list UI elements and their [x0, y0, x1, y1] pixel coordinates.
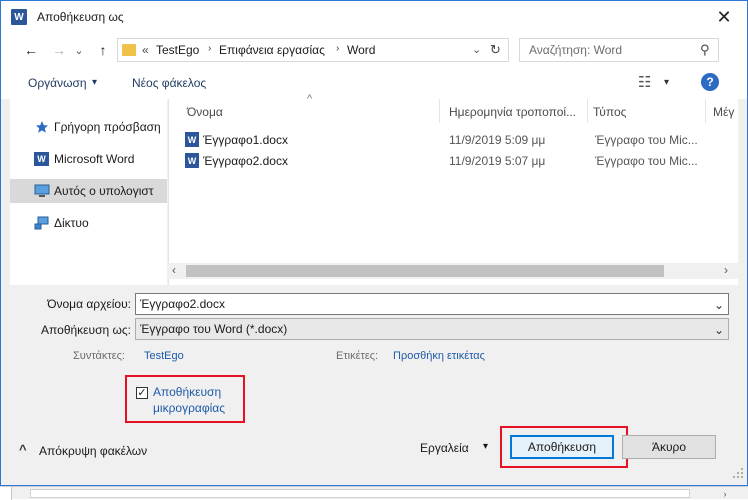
- file-row[interactable]: W Έγγραφο2.docx 11/9/2019 5:07 μμ Έγγραφ…: [185, 151, 725, 171]
- column-header-name[interactable]: Όνομα: [187, 105, 223, 119]
- cancel-button[interactable]: Άκυρο: [622, 435, 716, 459]
- add-tag-link[interactable]: Προσθήκη ετικέτας: [393, 350, 485, 362]
- word-document-icon: W: [185, 132, 199, 147]
- scroll-left-icon[interactable]: ‹: [172, 263, 176, 277]
- file-type: Έγγραφο του Mic...: [595, 154, 698, 168]
- tools-caret-icon[interactable]: ▾: [483, 441, 488, 452]
- tools-button[interactable]: Εργαλεία: [420, 441, 469, 455]
- column-header-size[interactable]: Μέγ: [713, 105, 734, 119]
- sidebar-item-label: Αυτός ο υπολογιστ: [54, 184, 154, 198]
- address-bar[interactable]: « TestEgo › Επιφάνεια εργασίας › Word ⌄ …: [117, 38, 509, 62]
- file-list: ^ Όνομα Ημερομηνία τροποποί... Τύπος Μέγ…: [168, 93, 738, 285]
- word-document-icon: W: [185, 153, 199, 168]
- background-horizontal-scrollbar[interactable]: ›: [0, 486, 748, 500]
- save-as-type-value: Έγγραφο του Word (*.docx): [140, 322, 288, 336]
- search-placeholder: Αναζήτηση: Word: [529, 43, 623, 57]
- organize-caret-icon[interactable]: ▾: [92, 77, 97, 88]
- navigation-bar: ← → ⌄ ↑ « TestEgo › Επιφάνεια εργασίας ›…: [1, 33, 747, 67]
- dialog-title: Αποθήκευση ως: [37, 10, 124, 24]
- filename-label: Όνομα αρχείου:: [47, 297, 131, 311]
- scrollbar-thumb[interactable]: [186, 265, 664, 277]
- scrollbar-thumb[interactable]: [30, 489, 690, 498]
- file-row[interactable]: W Έγγραφο1.docx 11/9/2019 5:09 μμ Έγγραφ…: [185, 130, 725, 150]
- filename-field[interactable]: Έγγραφο2.docx ⌄: [135, 293, 729, 315]
- computer-icon: [34, 184, 50, 197]
- authors-label: Συντάκτες:: [73, 350, 125, 362]
- save-thumbnail-highlight: ✓ Αποθήκευση μικρογραφίας: [125, 375, 245, 423]
- word-icon: W: [34, 152, 49, 166]
- file-date: 11/9/2019 5:09 μμ: [449, 133, 546, 147]
- chevron-down-icon[interactable]: ⌄: [714, 298, 724, 312]
- breadcrumb-separator-icon[interactable]: ›: [208, 43, 211, 54]
- command-toolbar: Οργάνωση ▾ Νέος φάκελος ☷ ▾ ?: [1, 67, 747, 99]
- view-options-caret-icon[interactable]: ▾: [664, 77, 669, 88]
- column-header-type[interactable]: Τύπος: [593, 105, 626, 119]
- column-divider[interactable]: [587, 99, 588, 123]
- up-arrow-icon[interactable]: ↑: [93, 41, 113, 59]
- save-as-type-label: Αποθήκευση ως:: [41, 323, 131, 337]
- breadcrumb-separator-icon[interactable]: ›: [336, 43, 339, 54]
- close-button[interactable]: ✕: [709, 4, 739, 30]
- search-icon[interactable]: ⚲: [700, 42, 710, 58]
- recent-locations-chevron-icon[interactable]: ⌄: [73, 41, 85, 59]
- navigation-pane: Γρήγορη πρόσβαση W Microsoft Word Αυτός …: [10, 99, 167, 285]
- file-type: Έγγραφο του Mic...: [595, 133, 698, 147]
- save-thumbnail-label-line2[interactable]: μικρογραφίας: [153, 401, 225, 415]
- title-bar: W Αποθήκευση ως ✕: [1, 1, 747, 33]
- file-name: Έγγραφο1.docx: [203, 133, 288, 147]
- sidebar-item-this-pc[interactable]: Αυτός ο υπολογιστ: [10, 179, 167, 203]
- search-input[interactable]: Αναζήτηση: Word ⚲: [519, 38, 719, 62]
- save-thumbnail-checkbox[interactable]: ✓: [136, 387, 148, 399]
- sidebar-item-microsoft-word[interactable]: W Microsoft Word: [10, 147, 167, 171]
- scroll-right-icon[interactable]: ›: [724, 263, 728, 277]
- authors-value[interactable]: TestEgo: [144, 350, 184, 362]
- file-name: Έγγραφο2.docx: [203, 154, 288, 168]
- sidebar-item-label: Microsoft Word: [54, 152, 135, 166]
- column-divider[interactable]: [439, 99, 440, 123]
- filename-value: Έγγραφο2.docx: [140, 297, 225, 311]
- word-icon: W: [11, 9, 27, 25]
- back-arrow-icon[interactable]: ←: [21, 41, 41, 59]
- file-list-horizontal-scrollbar[interactable]: ‹ ›: [168, 263, 738, 279]
- view-options-icon[interactable]: ☷: [638, 73, 651, 91]
- sidebar-item-label: Γρήγορη πρόσβαση: [54, 120, 161, 134]
- scroll-right-icon[interactable]: ›: [716, 487, 734, 500]
- column-divider[interactable]: [705, 99, 706, 123]
- column-header-date-modified[interactable]: Ημερομηνία τροποποί...: [449, 105, 576, 119]
- file-date: 11/9/2019 5:07 μμ: [449, 154, 546, 168]
- breadcrumb-desktop[interactable]: Επιφάνεια εργασίας: [219, 43, 325, 57]
- breadcrumb-overflow[interactable]: «: [142, 43, 149, 57]
- tags-label: Ετικέτες:: [336, 350, 379, 362]
- refresh-icon[interactable]: ↻: [490, 42, 501, 58]
- sidebar-item-network[interactable]: Δίκτυο: [10, 211, 167, 235]
- folder-icon: [122, 44, 136, 56]
- address-dropdown-chevron-icon[interactable]: ⌄: [472, 43, 481, 56]
- new-folder-button[interactable]: Νέος φάκελος: [132, 76, 206, 90]
- save-thumbnail-label[interactable]: Αποθήκευση: [153, 385, 221, 399]
- network-icon: [34, 216, 49, 230]
- save-button[interactable]: Αποθήκευση: [510, 435, 614, 459]
- sidebar-item-label: Δίκτυο: [54, 216, 89, 230]
- save-as-type-select[interactable]: Έγγραφο του Word (*.docx) ⌄: [135, 318, 729, 340]
- chevron-down-icon[interactable]: ⌄: [714, 323, 724, 337]
- breadcrumb-word[interactable]: Word: [347, 43, 375, 57]
- forward-arrow-icon[interactable]: →: [49, 41, 69, 59]
- resize-grip-icon[interactable]: [732, 467, 744, 479]
- breadcrumb-testego[interactable]: TestEgo: [156, 43, 199, 57]
- sort-ascending-icon: ^: [307, 93, 313, 105]
- star-icon: [36, 121, 48, 133]
- hide-folders-button[interactable]: Απόκρυψη φακέλων: [39, 444, 147, 458]
- scrollbar-edge: [0, 487, 12, 500]
- save-as-dialog: W Αποθήκευση ως ✕ ← → ⌄ ↑ « TestEgo › Επ…: [0, 0, 748, 486]
- help-icon[interactable]: ?: [701, 73, 719, 91]
- organize-button[interactable]: Οργάνωση: [28, 76, 87, 90]
- hide-folders-chevron-icon[interactable]: ^: [19, 442, 27, 457]
- sidebar-item-quick-access[interactable]: Γρήγορη πρόσβαση: [10, 115, 167, 139]
